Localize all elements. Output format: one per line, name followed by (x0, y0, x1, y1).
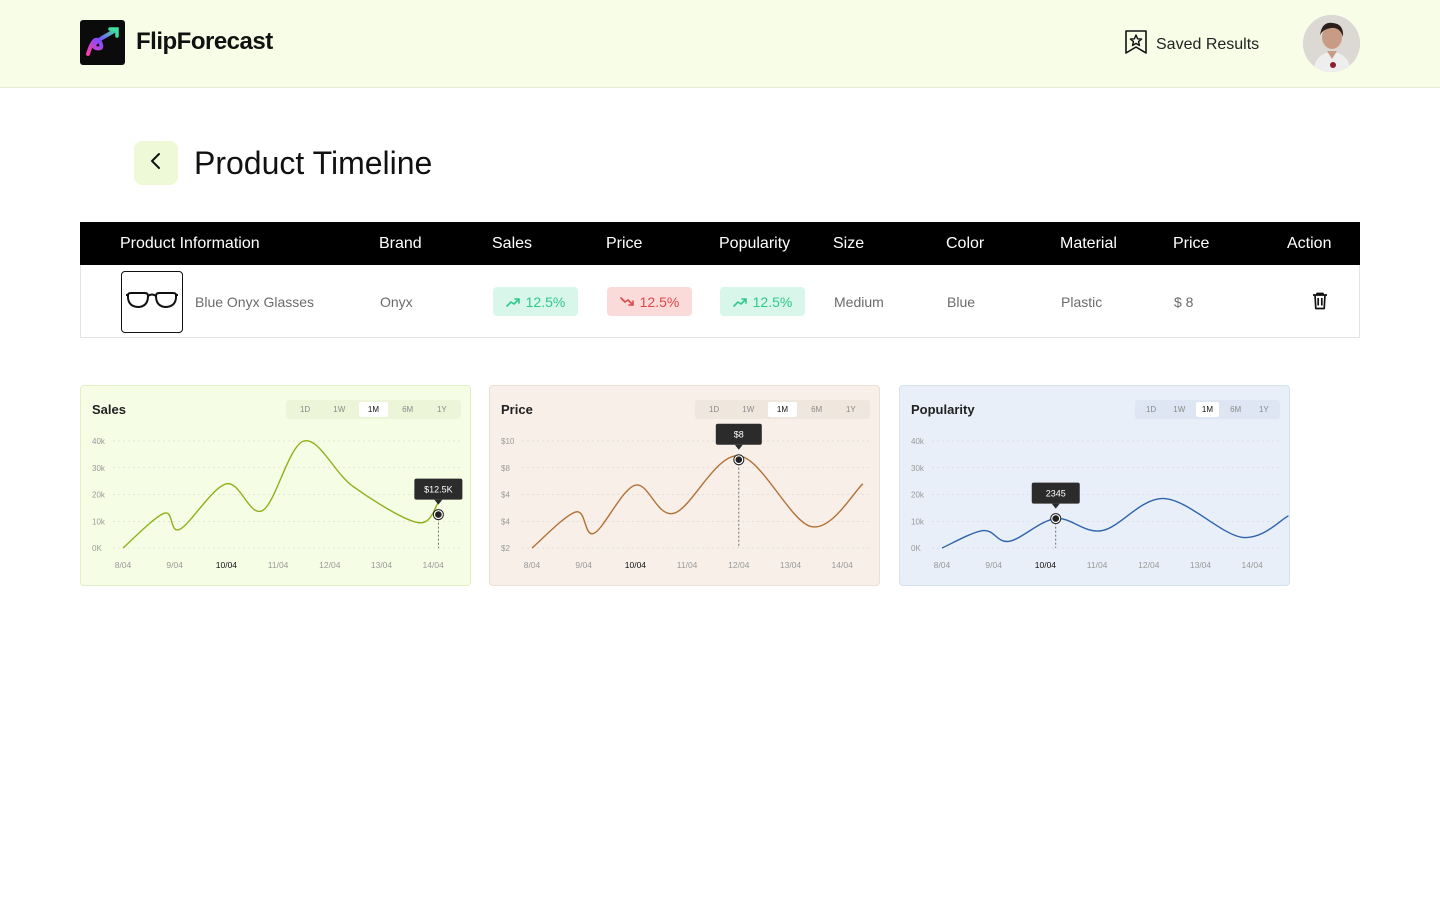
x-tick-label: 10/04 (625, 560, 647, 570)
trend-up-icon (505, 297, 520, 307)
trash-icon[interactable] (1312, 292, 1328, 315)
x-tick-label: 8/04 (524, 560, 541, 570)
price-line-chart: $10 $8 $4 $4 $2 8/04 9/04 10/04 11/04 12/04 13/04 1… (501, 423, 870, 570)
column-header-color: Color (946, 235, 985, 252)
y-tick-label: 10k (92, 517, 106, 526)
page-title: Product Timeline (194, 145, 433, 181)
y-tick-label: 20k (911, 491, 925, 500)
tooltip-pointer (434, 499, 443, 505)
x-tick-label: 9/04 (575, 560, 592, 570)
x-tick-label: 14/04 (423, 560, 445, 570)
popularity-change-badge: 12.5% (720, 287, 805, 316)
marker-point[interactable] (435, 511, 442, 518)
series-line (941, 497, 1289, 549)
sales-change-value: 12.5% (525, 293, 566, 310)
sales-change-badge: 12.5% (493, 287, 578, 316)
series-line (531, 455, 864, 549)
product-material: Plastic (1061, 294, 1103, 310)
column-header-popularity: Popularity (719, 235, 791, 252)
glasses-icon (126, 292, 178, 309)
x-tick-label: 12/04 (728, 560, 750, 570)
product-table: Product Information Brand Sales Price Po… (80, 222, 1360, 338)
x-tick-label: 8/04 (115, 560, 132, 570)
y-tick-label: $4 (501, 491, 510, 500)
saved-results-label: Saved Results (1156, 35, 1260, 53)
x-tick-label: 13/04 (780, 560, 802, 570)
x-tick-label: 11/04 (677, 560, 698, 570)
price-chart-card: Price 1D 1W 1M 6M 1Y $10 $8 $4 $4 $2 8/04 9/04 10/0… (489, 385, 880, 586)
y-tick-label: $10 (501, 437, 515, 446)
x-tick-label: 13/04 (1190, 560, 1212, 570)
y-tick-label: $8 (501, 464, 510, 473)
column-header-price: Price (1173, 235, 1210, 252)
y-tick-label: 30k (911, 464, 925, 473)
x-tick-label: 14/04 (1242, 560, 1264, 570)
x-tick-label: 9/04 (166, 560, 183, 570)
x-tick-label: 14/04 (832, 560, 854, 570)
product-color: Blue (947, 294, 976, 310)
sales-chart-card: Sales 1D 1W 1M 6M 1Y 40k 30k 20k 10k 0K 8/04 9/04 1… (80, 385, 471, 586)
bookmark-star-icon (1124, 29, 1148, 60)
product-brand: Onyx (380, 294, 413, 310)
trend-up-icon (732, 297, 747, 307)
chevron-left-icon (149, 152, 163, 175)
back-button[interactable] (134, 141, 178, 185)
column-header-product-information: Product Information (120, 235, 260, 252)
x-tick-label: 11/04 (268, 560, 289, 570)
column-header-brand: Brand (379, 235, 422, 252)
saved-results-link[interactable]: Saved Results (1124, 29, 1259, 60)
tooltip-label: 2345 (1046, 489, 1066, 499)
x-tick-label: 11/04 (1087, 560, 1108, 570)
y-tick-label: 40k (92, 437, 106, 446)
column-header-price-change: Price (606, 235, 643, 252)
logo-icon[interactable] (80, 20, 125, 65)
tooltip-label: $8 (734, 430, 744, 440)
brand-name: FlipForecast (136, 28, 273, 55)
y-tick-label: 40k (911, 437, 925, 446)
product-thumbnail (121, 271, 183, 333)
tooltip-pointer (734, 444, 743, 450)
y-tick-label: 20k (92, 491, 106, 500)
column-header-size: Size (833, 235, 865, 252)
product-size: Medium (834, 294, 884, 310)
y-tick-label: $2 (501, 544, 510, 553)
trend-down-icon (619, 296, 634, 306)
product-name: Blue Onyx Glasses (195, 294, 315, 310)
x-tick-label: 8/04 (934, 560, 951, 570)
sales-line-chart: 40k 30k 20k 10k 0K 8/04 9/04 10/04 11/04 12/04 13/… (92, 437, 463, 570)
marker-point[interactable] (735, 456, 743, 464)
x-tick-label: 13/04 (371, 560, 393, 570)
product-price: $ 8 (1174, 294, 1194, 310)
y-tick-label: 10k (911, 517, 925, 526)
y-tick-label: $4 (501, 517, 510, 526)
table-row[interactable]: Blue Onyx Glasses Onyx 12.5% 12.5% 12.5%… (80, 265, 1360, 338)
popularity-line-chart: 40k 30k 20k 10k 0K 8/04 9/04 10/04 11/04 12/04 13/… (911, 437, 1289, 570)
price-change-value: 12.5% (639, 293, 680, 310)
tooltip-label: $12.5K (424, 485, 453, 495)
x-tick-label: 9/04 (985, 560, 1002, 570)
popularity-change-value: 12.5% (752, 293, 793, 310)
y-tick-label: 0K (911, 544, 921, 553)
marker-point[interactable] (1052, 515, 1060, 522)
y-tick-label: 30k (92, 464, 106, 473)
y-tick-label: 0K (92, 544, 102, 553)
x-tick-label: 12/04 (319, 560, 341, 570)
top-bar: FlipForecast Saved Results (0, 0, 1440, 88)
series-line (122, 440, 439, 549)
table-header: Product Information Brand Sales Price Po… (80, 222, 1360, 265)
tooltip-pointer (1051, 503, 1060, 509)
column-header-material: Material (1060, 235, 1117, 252)
x-tick-label: 10/04 (1035, 560, 1057, 570)
x-tick-label: 10/04 (216, 560, 238, 570)
price-change-badge: 12.5% (607, 287, 692, 316)
column-header-action: Action (1287, 235, 1332, 252)
user-avatar[interactable] (1303, 15, 1360, 72)
x-tick-label: 12/04 (1138, 560, 1160, 570)
popularity-chart-card: Popularity 1D 1W 1M 6M 1Y 40k 30k 20k 10k 0K 8/04… (899, 385, 1290, 586)
column-header-sales: Sales (492, 235, 533, 252)
